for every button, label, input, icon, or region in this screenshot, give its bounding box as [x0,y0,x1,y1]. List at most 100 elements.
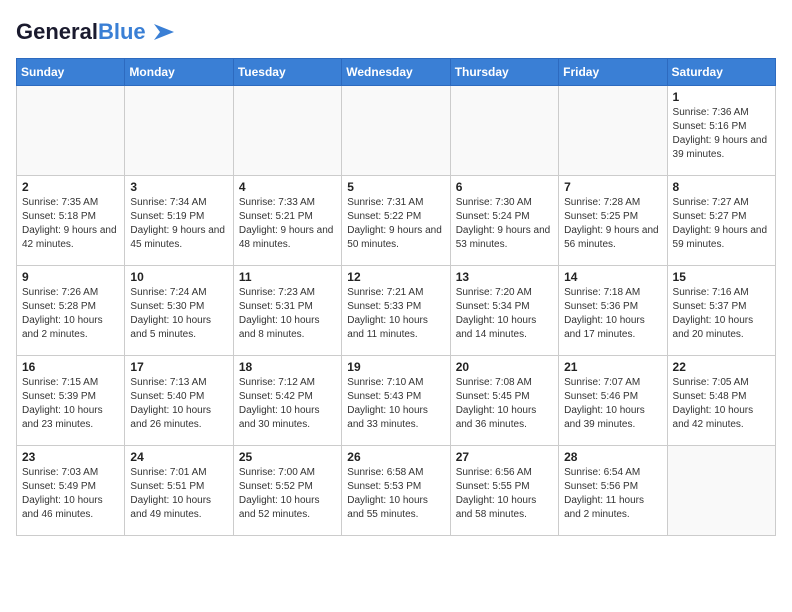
calendar-cell: 4 Sunrise: 7:33 AM Sunset: 5:21 PM Daylig… [233,176,341,266]
day-info: Sunrise: 7:28 AM Sunset: 5:25 PM Dayligh… [564,196,661,252]
day-info: Sunrise: 7:00 AM Sunset: 5:52 PM Dayligh… [239,466,336,522]
calendar-cell: 13Sunrise: 7:20 AM Sunset: 5:34 PM Dayli… [450,266,558,356]
day-number: 23 [22,450,119,464]
calendar-cell: 18Sunrise: 7:12 AM Sunset: 5:42 PM Dayli… [233,356,341,446]
day-info: Sunrise: 7:35 AM Sunset: 5:18 PM Dayligh… [22,196,119,252]
calendar-cell: 17 Sunrise: 7:13 AM Sunset: 5:40 PM Dayli… [125,356,233,446]
day-info: Sunrise: 6:56 AM Sunset: 5:55 PM Dayligh… [456,466,553,522]
calendar-cell: 10 Sunrise: 7:24 AM Sunset: 5:30 PM Dayli… [125,266,233,356]
day-number: 20 [456,360,553,374]
logo: GeneralBlue [16,16,178,48]
day-number: 10 [130,270,227,284]
day-info: Sunrise: 7:30 AM Sunset: 5:24 PM Dayligh… [456,196,553,252]
calendar-cell: 5 Sunrise: 7:31 AM Sunset: 5:22 PM Daylig… [342,176,450,266]
calendar-cell: 24 Sunrise: 7:01 AM Sunset: 5:51 PM Dayli… [125,446,233,536]
day-info: Sunrise: 6:58 AM Sunset: 5:53 PM Dayligh… [347,466,444,522]
weekday-label: Wednesday [342,59,450,86]
calendar-cell: 11Sunrise: 7:23 AM Sunset: 5:31 PM Dayli… [233,266,341,356]
day-info: Sunrise: 7:23 AM Sunset: 5:31 PM Dayligh… [239,286,336,342]
day-number: 28 [564,450,661,464]
calendar-cell: 6 Sunrise: 7:30 AM Sunset: 5:24 PM Daylig… [450,176,558,266]
day-number: 15 [673,270,770,284]
logo-text: GeneralBlue [16,20,146,44]
day-number: 5 [347,180,444,194]
day-number: 13 [456,270,553,284]
day-number: 7 [564,180,661,194]
day-info: Sunrise: 7:27 AM Sunset: 5:27 PM Dayligh… [673,196,770,252]
weekday-header-row: SundayMondayTuesdayWednesdayThursdayFrid… [17,59,776,86]
day-info: Sunrise: 7:13 AM Sunset: 5:40 PM Dayligh… [130,376,227,432]
page-header: GeneralBlue [16,16,776,48]
weekday-label: Tuesday [233,59,341,86]
weekday-label: Sunday [17,59,125,86]
calendar-cell: 27Sunrise: 6:56 AM Sunset: 5:55 PM Dayli… [450,446,558,536]
day-info: Sunrise: 7:21 AM Sunset: 5:33 PM Dayligh… [347,286,444,342]
day-number: 19 [347,360,444,374]
day-info: Sunrise: 7:03 AM Sunset: 5:49 PM Dayligh… [22,466,119,522]
calendar-cell: 9 Sunrise: 7:26 AM Sunset: 5:28 PM Daylig… [17,266,125,356]
calendar-week-row: 23 Sunrise: 7:03 AM Sunset: 5:49 PM Dayli… [17,446,776,536]
day-number: 18 [239,360,336,374]
day-info: Sunrise: 7:07 AM Sunset: 5:46 PM Dayligh… [564,376,661,432]
calendar-cell: 23 Sunrise: 7:03 AM Sunset: 5:49 PM Dayli… [17,446,125,536]
calendar-cell: 20 Sunrise: 7:08 AM Sunset: 5:45 PM Dayli… [450,356,558,446]
day-number: 4 [239,180,336,194]
day-number: 12 [347,270,444,284]
day-info: Sunrise: 7:01 AM Sunset: 5:51 PM Dayligh… [130,466,227,522]
day-number: 22 [673,360,770,374]
day-number: 25 [239,450,336,464]
calendar-cell: 1 Sunrise: 7:36 AM Sunset: 5:16 PM Daylig… [667,86,775,176]
day-number: 8 [673,180,770,194]
calendar-cell: 25 Sunrise: 7:00 AM Sunset: 5:52 PM Dayli… [233,446,341,536]
day-info: Sunrise: 6:54 AM Sunset: 5:56 PM Dayligh… [564,466,661,522]
day-number: 9 [22,270,119,284]
day-number: 6 [456,180,553,194]
calendar-cell: 12 Sunrise: 7:21 AM Sunset: 5:33 PM Dayli… [342,266,450,356]
calendar-cell [17,86,125,176]
day-info: Sunrise: 7:36 AM Sunset: 5:16 PM Dayligh… [673,106,770,162]
calendar-week-row: 16Sunrise: 7:15 AM Sunset: 5:39 PM Dayli… [17,356,776,446]
day-number: 17 [130,360,227,374]
day-info: Sunrise: 7:26 AM Sunset: 5:28 PM Dayligh… [22,286,119,342]
calendar-cell [233,86,341,176]
day-info: Sunrise: 7:05 AM Sunset: 5:48 PM Dayligh… [673,376,770,432]
calendar-cell: 19 Sunrise: 7:10 AM Sunset: 5:43 PM Dayli… [342,356,450,446]
day-info: Sunrise: 7:24 AM Sunset: 5:30 PM Dayligh… [130,286,227,342]
day-number: 24 [130,450,227,464]
calendar-cell: 7 Sunrise: 7:28 AM Sunset: 5:25 PM Daylig… [559,176,667,266]
day-number: 3 [130,180,227,194]
calendar-week-row: 1 Sunrise: 7:36 AM Sunset: 5:16 PM Daylig… [17,86,776,176]
day-info: Sunrise: 7:18 AM Sunset: 5:36 PM Dayligh… [564,286,661,342]
day-info: Sunrise: 7:31 AM Sunset: 5:22 PM Dayligh… [347,196,444,252]
calendar-table: SundayMondayTuesdayWednesdayThursdayFrid… [16,58,776,536]
day-number: 21 [564,360,661,374]
weekday-label: Friday [559,59,667,86]
day-number: 2 [22,180,119,194]
calendar-week-row: 9 Sunrise: 7:26 AM Sunset: 5:28 PM Daylig… [17,266,776,356]
logo-icon [146,16,178,48]
day-info: Sunrise: 7:08 AM Sunset: 5:45 PM Dayligh… [456,376,553,432]
calendar-body: 1 Sunrise: 7:36 AM Sunset: 5:16 PM Daylig… [17,86,776,536]
calendar-cell [125,86,233,176]
weekday-label: Monday [125,59,233,86]
calendar-cell: 21 Sunrise: 7:07 AM Sunset: 5:46 PM Dayli… [559,356,667,446]
weekday-label: Saturday [667,59,775,86]
day-info: Sunrise: 7:34 AM Sunset: 5:19 PM Dayligh… [130,196,227,252]
day-number: 14 [564,270,661,284]
day-number: 16 [22,360,119,374]
calendar-cell: 26 Sunrise: 6:58 AM Sunset: 5:53 PM Dayli… [342,446,450,536]
day-number: 26 [347,450,444,464]
calendar-cell: 14 Sunrise: 7:18 AM Sunset: 5:36 PM Dayli… [559,266,667,356]
calendar-cell [450,86,558,176]
calendar-cell: 2 Sunrise: 7:35 AM Sunset: 5:18 PM Daylig… [17,176,125,266]
day-info: Sunrise: 7:16 AM Sunset: 5:37 PM Dayligh… [673,286,770,342]
calendar-week-row: 2 Sunrise: 7:35 AM Sunset: 5:18 PM Daylig… [17,176,776,266]
calendar-cell: 8 Sunrise: 7:27 AM Sunset: 5:27 PM Daylig… [667,176,775,266]
day-number: 1 [673,90,770,104]
calendar-cell [342,86,450,176]
day-info: Sunrise: 7:33 AM Sunset: 5:21 PM Dayligh… [239,196,336,252]
weekday-label: Thursday [450,59,558,86]
day-info: Sunrise: 7:10 AM Sunset: 5:43 PM Dayligh… [347,376,444,432]
calendar-cell: 3 Sunrise: 7:34 AM Sunset: 5:19 PM Daylig… [125,176,233,266]
calendar-cell: 15 Sunrise: 7:16 AM Sunset: 5:37 PM Dayli… [667,266,775,356]
